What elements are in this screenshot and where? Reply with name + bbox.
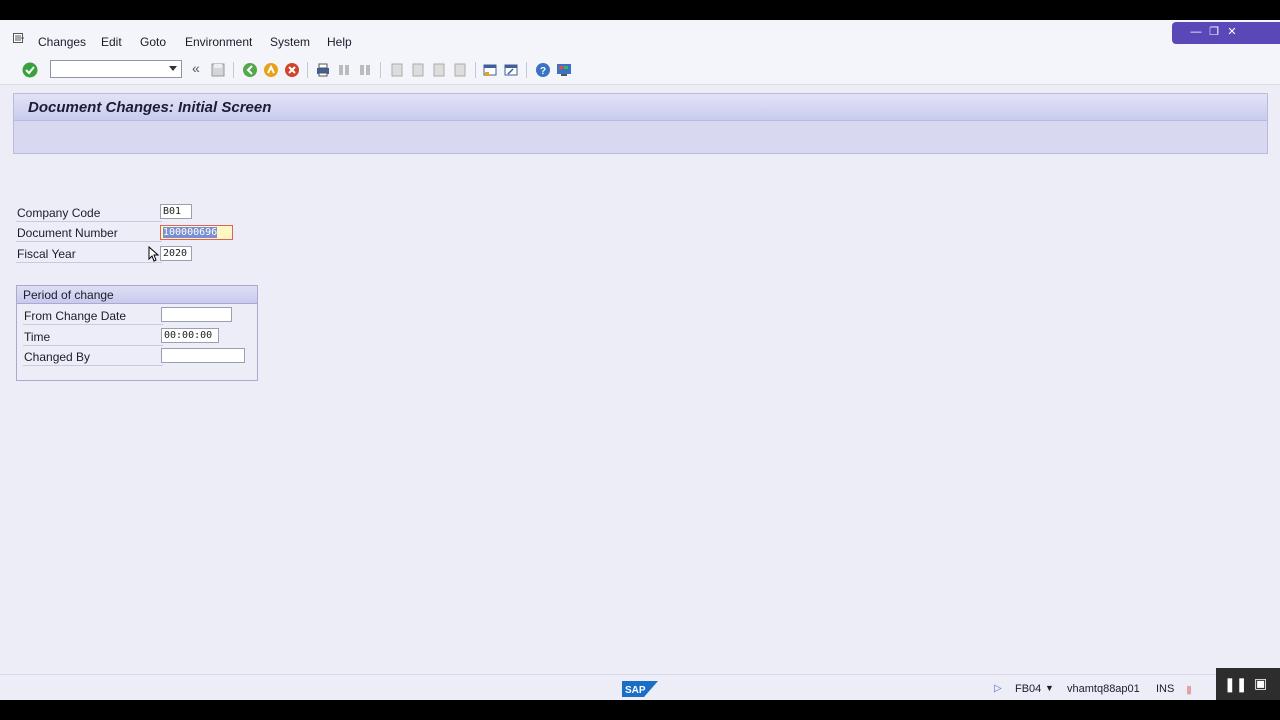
sap-logo: SAP [622, 681, 658, 697]
menu-bar: Changes Edit Goto Environment System Hel… [0, 20, 1280, 56]
standard-toolbar: « ? [0, 56, 1280, 85]
menu-environment[interactable]: Environment [185, 35, 252, 49]
group-title: Period of change [23, 288, 114, 302]
server-name: vhamtq88ap01 [1067, 683, 1140, 695]
last-page-icon[interactable] [452, 62, 468, 78]
create-session-icon[interactable] [482, 62, 498, 78]
chevron-down-icon[interactable]: ▼ [1045, 683, 1054, 693]
exit-icon[interactable] [263, 62, 279, 78]
toolbar-separator [233, 62, 234, 78]
application-toolbar [13, 121, 1268, 154]
menu-help[interactable]: Help [327, 35, 352, 49]
page-title: Document Changes: Initial Screen [28, 99, 272, 116]
video-player-controls: ❚❚ ▣ [1216, 668, 1280, 700]
back-double-chevron-icon[interactable]: « [192, 60, 208, 76]
row-divider [16, 221, 162, 222]
command-field[interactable] [50, 60, 182, 78]
picture-in-picture-icon[interactable]: ▣ [1254, 675, 1267, 692]
row-divider [16, 262, 162, 263]
toolbar-separator [475, 62, 476, 78]
from-change-date-field[interactable] [161, 307, 232, 322]
document-number-label: Document Number [17, 226, 118, 240]
status-expand-icon[interactable]: ▷ [994, 683, 1002, 694]
cancel-icon[interactable] [284, 62, 300, 78]
changed-by-field[interactable] [161, 348, 245, 363]
company-code-label: Company Code [17, 206, 101, 220]
minimize-icon[interactable]: — [1189, 25, 1203, 39]
top-black-border [0, 0, 1280, 20]
svg-text:?: ? [540, 66, 546, 77]
mouse-cursor-icon [148, 246, 160, 262]
help-icon[interactable]: ? [535, 62, 551, 78]
customize-layout-icon[interactable] [556, 62, 572, 78]
previous-page-icon[interactable] [410, 62, 426, 78]
menu-system[interactable]: System [270, 35, 310, 49]
menu-edit[interactable]: Edit [101, 35, 122, 49]
sap-gui-window: Changes Edit Goto Environment System Hel… [0, 20, 1280, 701]
row-divider [16, 241, 162, 242]
document-number-value: 100000696 [163, 227, 218, 238]
transaction-code: FB04 [1015, 683, 1042, 695]
find-icon[interactable] [336, 62, 352, 78]
from-change-date-label: From Change Date [24, 309, 127, 323]
enter-check-icon[interactable] [22, 62, 38, 78]
shortcut-icon[interactable] [503, 62, 519, 78]
screen-title-bar: Document Changes: Initial Screen [13, 93, 1268, 121]
system-menu-icon[interactable] [13, 33, 25, 43]
menu-goto[interactable]: Goto [140, 35, 166, 49]
chevron-down-icon[interactable] [169, 66, 177, 71]
group-header: Period of change [17, 286, 257, 304]
svg-text:SAP: SAP [625, 685, 646, 696]
first-page-icon[interactable] [389, 62, 405, 78]
pause-icon[interactable]: ❚❚ [1224, 676, 1247, 693]
time-label: Time [24, 330, 51, 344]
find-next-icon[interactable] [357, 62, 373, 78]
status-bar: SAP ▷ FB04 ▼ vhamtq88ap01 INS ▮ [0, 674, 1280, 701]
close-icon[interactable]: ✕ [1225, 25, 1239, 39]
fiscal-year-label: Fiscal Year [17, 247, 76, 261]
window-controls: — ❐ ✕ [1172, 22, 1280, 44]
back-icon[interactable] [242, 62, 258, 78]
row-divider [23, 365, 163, 366]
print-icon[interactable] [315, 62, 331, 78]
toolbar-separator [307, 62, 308, 78]
fiscal-year-field[interactable]: 2020 [160, 246, 192, 261]
company-code-field[interactable]: B01 [160, 204, 192, 219]
menu-changes[interactable]: Changes [38, 35, 86, 49]
save-icon[interactable] [210, 62, 226, 78]
restore-icon[interactable]: ❐ [1207, 25, 1221, 39]
lock-icon: ▮ [1186, 684, 1193, 696]
insert-mode[interactable]: INS [1156, 683, 1174, 695]
time-field[interactable]: 00:00:00 [161, 328, 219, 343]
changed-by-label: Changed By [24, 350, 91, 364]
bottom-black-border [0, 700, 1280, 720]
document-number-field[interactable]: 100000696 [160, 225, 233, 240]
row-divider [23, 324, 163, 325]
row-divider [23, 345, 163, 346]
toolbar-separator [526, 62, 527, 78]
toolbar-separator [380, 62, 381, 78]
next-page-icon[interactable] [431, 62, 447, 78]
period-of-change-group: Period of change From Change Date Time 0… [16, 285, 258, 381]
